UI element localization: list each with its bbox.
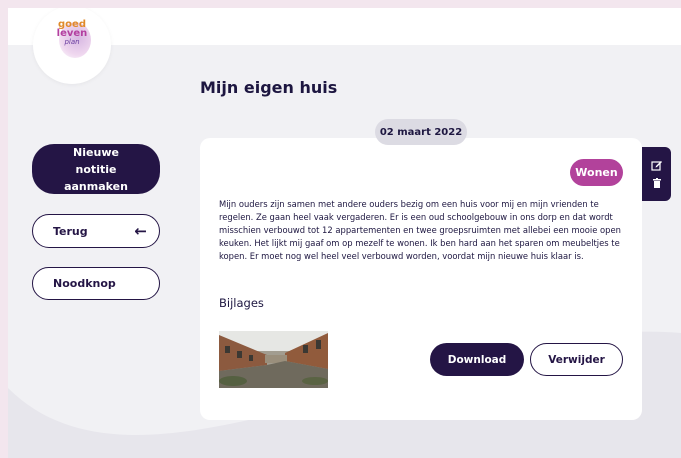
logo-line-plan: plan: [64, 38, 80, 46]
note-text: Mijn ouders zijn samen met andere ouders…: [219, 199, 621, 261]
emergency-button[interactable]: Noodknop: [32, 267, 160, 300]
note-card: Wonen Mijn ouders zijn samen met andere …: [200, 138, 642, 420]
edit-icon[interactable]: [650, 159, 663, 171]
page-title: Mijn eigen huis: [200, 78, 338, 97]
logo[interactable]: goed leven plan: [33, 8, 111, 84]
arrow-left-icon: ←: [134, 222, 147, 240]
building-photo: [219, 331, 328, 388]
attachment-thumbnail[interactable]: [219, 331, 328, 388]
download-button[interactable]: Download: [430, 343, 524, 376]
trash-icon[interactable]: [651, 177, 663, 189]
delete-attachment-button[interactable]: Verwijder: [530, 343, 623, 376]
logo-text: goed leven plan: [47, 20, 97, 47]
back-button-label: Terug: [53, 224, 88, 238]
attachments-title: Bijlages: [219, 296, 264, 310]
new-note-button[interactable]: Nieuwe notitie aanmaken: [32, 144, 160, 194]
logo-line-leven: leven: [56, 28, 88, 39]
note-date: 02 maart 2022: [375, 119, 467, 145]
note-actions: [642, 147, 671, 201]
category-tag: Wonen: [570, 159, 623, 186]
app-frame: goed leven plan Mijn eigen huis Nieuwe n…: [8, 8, 681, 458]
back-button[interactable]: Terug ←: [32, 214, 160, 248]
